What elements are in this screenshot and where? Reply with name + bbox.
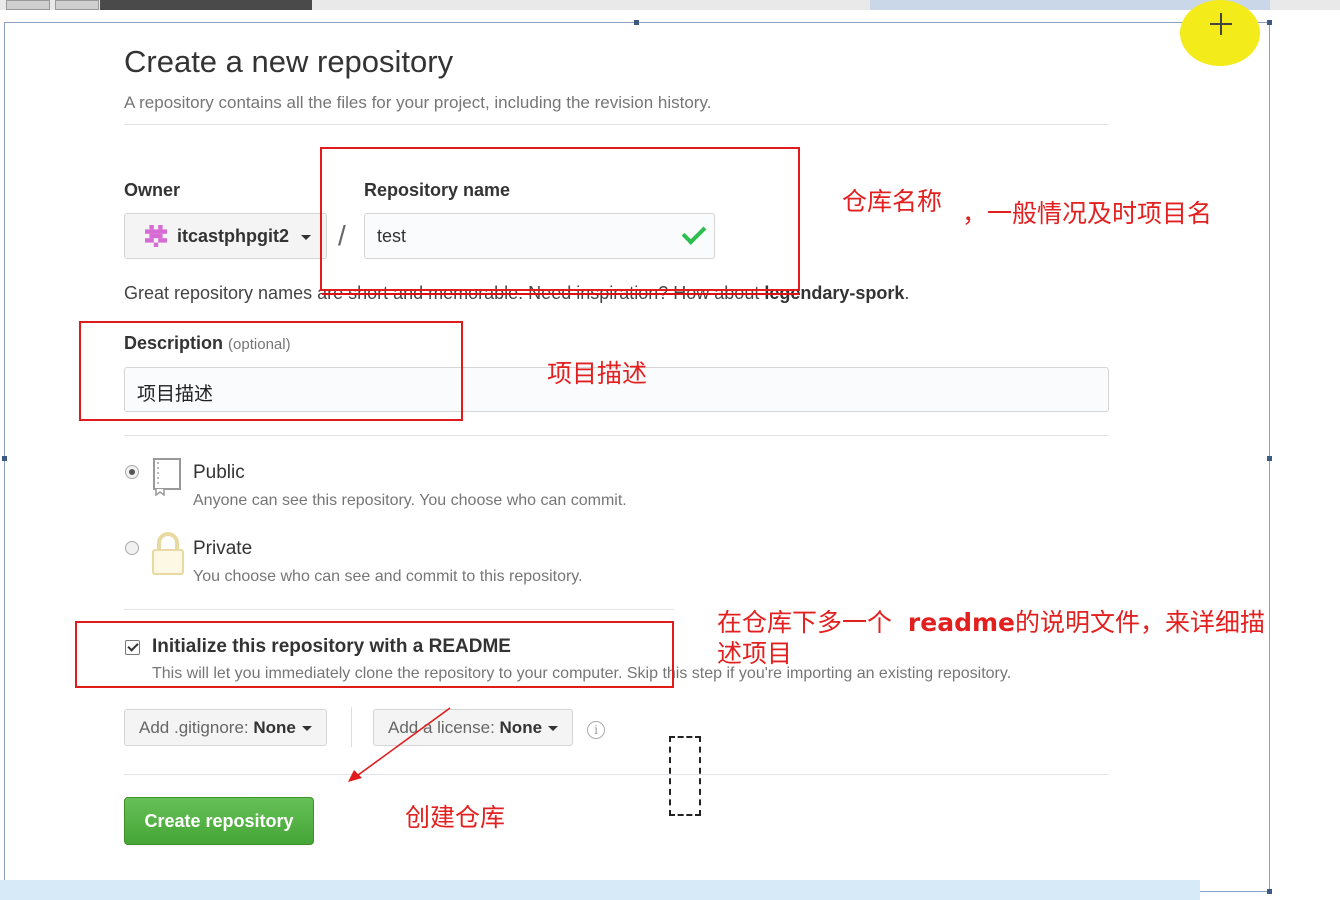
annotation-box-repo-name (320, 147, 800, 291)
annotation-dashed-box (669, 736, 701, 816)
chevron-down-icon (548, 726, 559, 732)
crosshair-cursor-icon (1210, 13, 1232, 35)
annotation-readme-part: 在仓库下多一个 (717, 608, 893, 637)
selection-handle[interactable] (634, 20, 639, 25)
public-radio[interactable] (125, 465, 139, 479)
license-value: None (499, 718, 543, 737)
gitignore-value: None (253, 718, 296, 737)
hint-suffix: . (904, 283, 910, 303)
private-radio[interactable] (125, 541, 139, 555)
annotation-box-description (79, 321, 463, 421)
private-desc: You choose who can see and commit to thi… (193, 568, 583, 585)
divider (124, 609, 674, 610)
info-icon[interactable]: i (587, 721, 605, 739)
annotation-readme-part: 的说明文件，来详细描 (1014, 608, 1265, 637)
owner-label: Owner (124, 180, 181, 200)
window-tab-active[interactable] (100, 0, 312, 10)
divider (124, 435, 1109, 436)
annotation-repo-name-b: ，一般情况及时项目名 (962, 199, 1213, 228)
window-tab[interactable] (55, 0, 99, 10)
owner-name: itcastphpgit2 (177, 226, 290, 246)
page-title: Create a new repository (124, 44, 454, 79)
page-subtitle: A repository contains all the files for … (124, 93, 712, 112)
gitignore-select[interactable]: Add .gitignore: None (124, 709, 327, 746)
divider (124, 124, 1109, 125)
lock-icon (152, 532, 184, 575)
selection-handle[interactable] (1267, 456, 1272, 461)
divider (124, 774, 1109, 775)
owner-select[interactable]: itcastphpgit2 (124, 213, 327, 259)
annotation-create: 创建仓库 (405, 803, 506, 832)
create-repository-button[interactable]: Create repository (124, 797, 314, 845)
public-desc: Anyone can see this repository. You choo… (193, 492, 627, 509)
selection-handle[interactable] (1267, 889, 1272, 894)
chevron-down-icon (301, 726, 312, 732)
background-strip (0, 880, 1200, 900)
public-title: Public (193, 462, 245, 483)
annotation-readme-line2: 述项目 (717, 639, 793, 668)
window-top-strip (0, 0, 1340, 10)
annotation-arrow-icon (348, 707, 451, 782)
selection-handle[interactable] (1267, 20, 1272, 25)
annotation-readme-line1: 在仓库下多一个 readme的说明文件，来详细描 (717, 603, 1265, 639)
annotation-readme-keyword: readme (907, 608, 1015, 637)
annotation-repo-name-a: 仓库名称 (842, 187, 943, 216)
window-tab[interactable] (6, 0, 50, 10)
annotation-box-readme (75, 621, 674, 688)
gitignore-label: Add .gitignore: (139, 718, 249, 737)
selection-handle[interactable] (2, 456, 7, 461)
repo-icon (153, 458, 181, 496)
chevron-down-icon (301, 235, 311, 240)
annotation-description: 项目描述 (547, 359, 648, 388)
private-title: Private (193, 538, 253, 559)
annotation-strike-line (322, 293, 800, 295)
avatar-icon (145, 225, 167, 247)
